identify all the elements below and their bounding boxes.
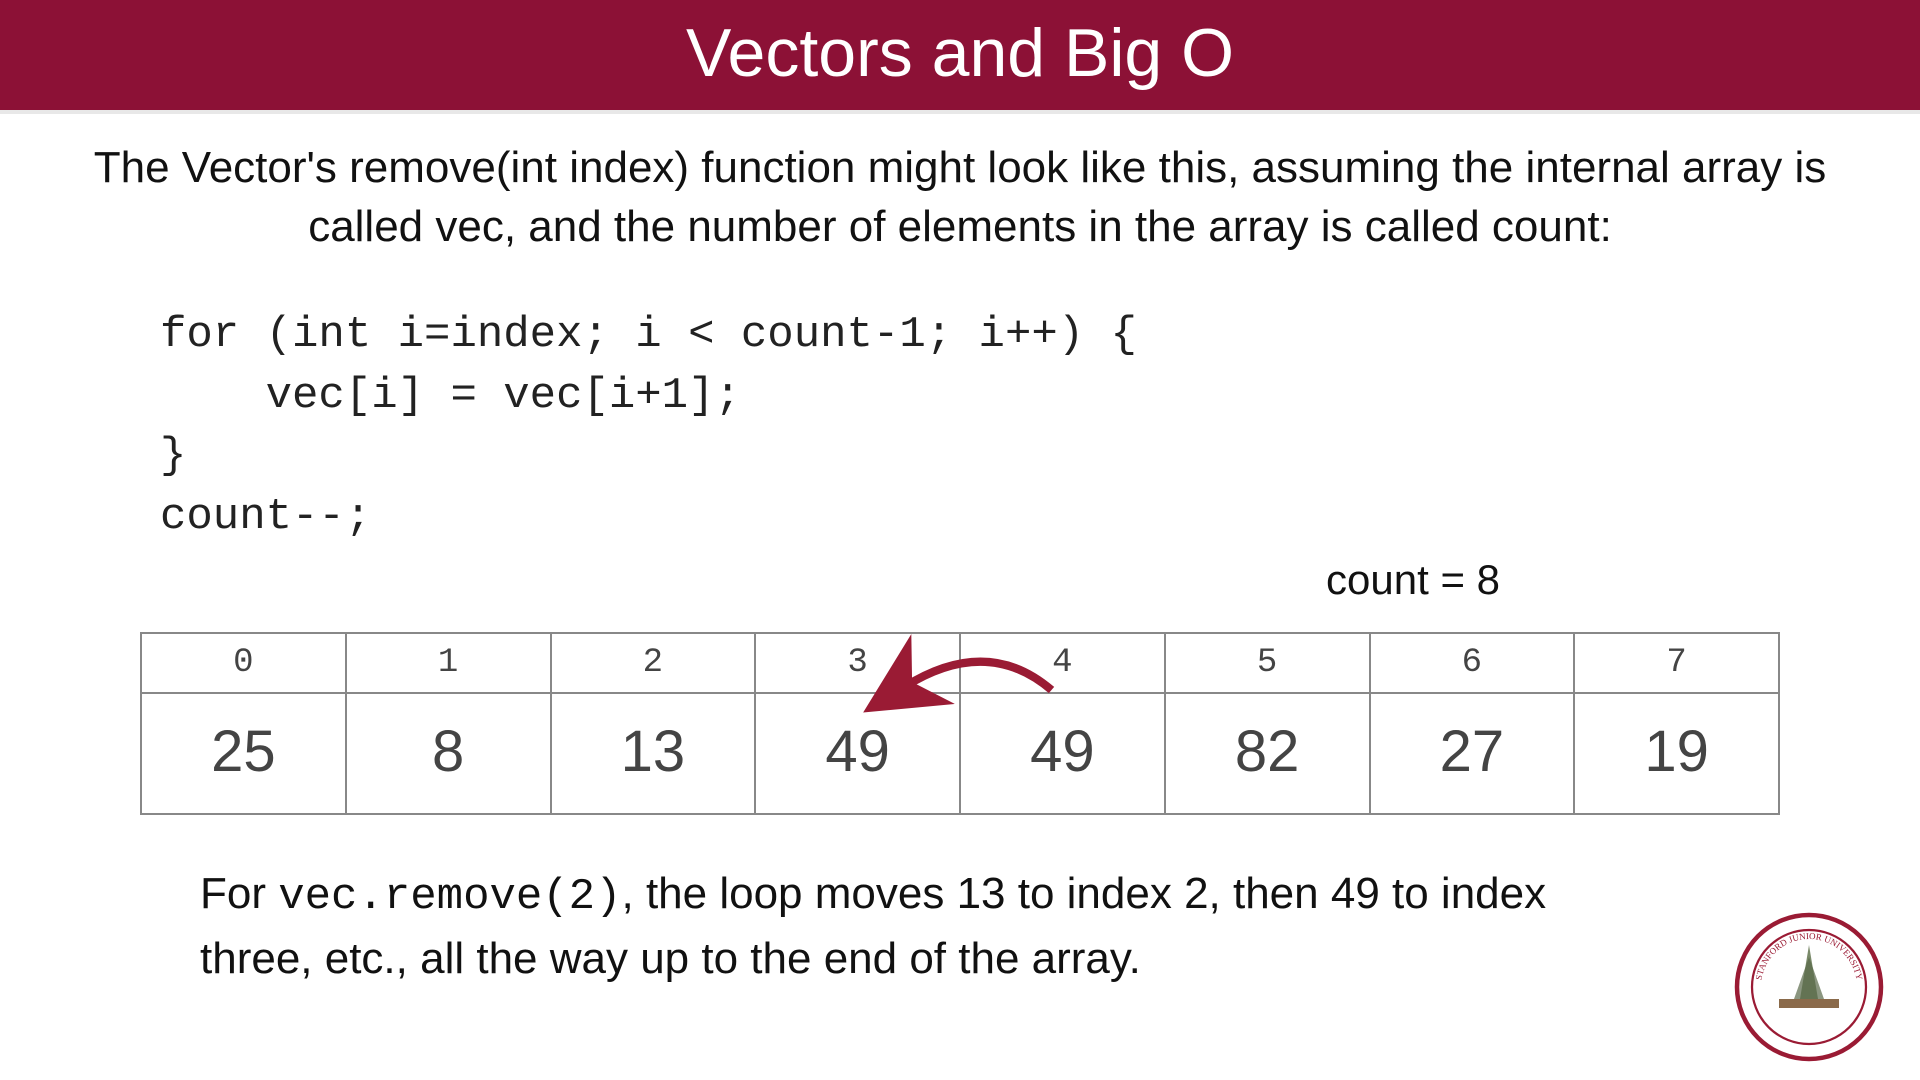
explain-prefix: For — [200, 869, 278, 918]
slide-title: Vectors and Big O — [0, 0, 1920, 114]
stanford-seal-icon: STANFORD JUNIOR UNIVERSITY — [1734, 912, 1884, 1062]
slide-subtitle: The Vector's remove(int index) function … — [60, 138, 1860, 257]
array-cell: 25 — [141, 693, 346, 814]
explain-code: vec.remove(2) — [278, 872, 621, 922]
array-cell: 19 — [1574, 693, 1779, 814]
array-cell: 27 — [1370, 693, 1575, 814]
array-index: 1 — [346, 633, 551, 693]
explanation-text: For vec.remove(2), the loop moves 13 to … — [200, 863, 1560, 990]
array-index: 4 — [960, 633, 1165, 693]
array-index: 2 — [551, 633, 756, 693]
array-index-row: 0 1 2 3 4 5 6 7 — [141, 633, 1779, 693]
array-index: 5 — [1165, 633, 1370, 693]
array-cell: 49 — [960, 693, 1165, 814]
array-cell: 13 — [551, 693, 756, 814]
array-index: 7 — [1574, 633, 1779, 693]
array-diagram: 0 1 2 3 4 5 6 7 25 8 13 49 49 82 27 19 — [140, 632, 1780, 815]
array-index: 6 — [1370, 633, 1575, 693]
code-sample: for (int i=index; i < count-1; i++) { ve… — [160, 305, 1920, 548]
array-cell: 49 — [755, 693, 960, 814]
array-index: 0 — [141, 633, 346, 693]
count-label: count = 8 — [0, 556, 1920, 604]
array-value-row: 25 8 13 49 49 82 27 19 — [141, 693, 1779, 814]
array-index: 3 — [755, 633, 960, 693]
array-cell: 82 — [1165, 693, 1370, 814]
array-table: 0 1 2 3 4 5 6 7 25 8 13 49 49 82 27 19 — [140, 632, 1780, 815]
array-cell: 8 — [346, 693, 551, 814]
